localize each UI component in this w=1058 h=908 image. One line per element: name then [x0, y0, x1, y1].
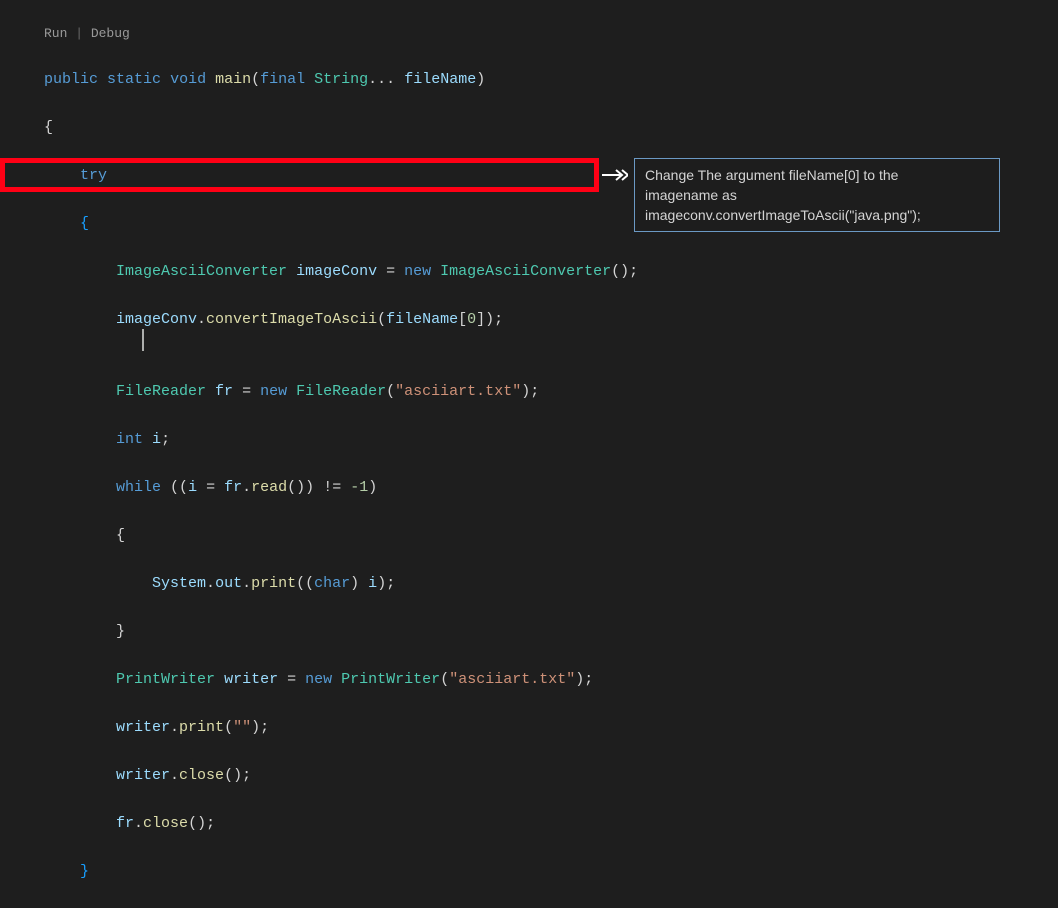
- code-line[interactable]: while ((i = fr.read()) != -1): [44, 476, 1058, 500]
- code-line[interactable]: System.out.print((char) i);: [44, 572, 1058, 596]
- codelens-separator: |: [67, 26, 90, 41]
- annotation-tooltip: Change The argument fileName[0] to the i…: [634, 158, 1000, 232]
- code-line[interactable]: {: [44, 116, 1058, 140]
- code-line[interactable]: writer.close();: [44, 764, 1058, 788]
- code-line[interactable]: FileReader fr = new FileReader("asciiart…: [44, 380, 1058, 404]
- code-line[interactable]: PrintWriter writer = new PrintWriter("as…: [44, 668, 1058, 692]
- code-line[interactable]: public static void main(final String... …: [44, 68, 1058, 92]
- code-line[interactable]: }: [44, 620, 1058, 644]
- code-line[interactable]: writer.print("");: [44, 716, 1058, 740]
- code-line[interactable]: ImageAsciiConverter imageConv = new Imag…: [44, 260, 1058, 284]
- code-line[interactable]: fr.close();: [44, 812, 1058, 836]
- code-line[interactable]: }: [44, 860, 1058, 884]
- tooltip-line: Change The argument fileName[0] to the: [645, 165, 989, 185]
- code-line-highlighted[interactable]: imageConv.convertImageToAscii(fileName[0…: [44, 308, 1058, 332]
- code-line[interactable]: int i;: [44, 428, 1058, 452]
- tooltip-line: imagename as: [645, 185, 989, 205]
- tooltip-line: imageconv.convertImageToAscii("java.png"…: [645, 205, 989, 225]
- code-editor[interactable]: Run | Debug public static void main(fina…: [0, 0, 1058, 908]
- codelens-run[interactable]: Run: [44, 26, 67, 41]
- code-line[interactable]: {: [44, 524, 1058, 548]
- codelens-debug[interactable]: Debug: [91, 26, 130, 41]
- codelens[interactable]: Run | Debug: [44, 24, 1058, 44]
- text-cursor: [142, 329, 144, 351]
